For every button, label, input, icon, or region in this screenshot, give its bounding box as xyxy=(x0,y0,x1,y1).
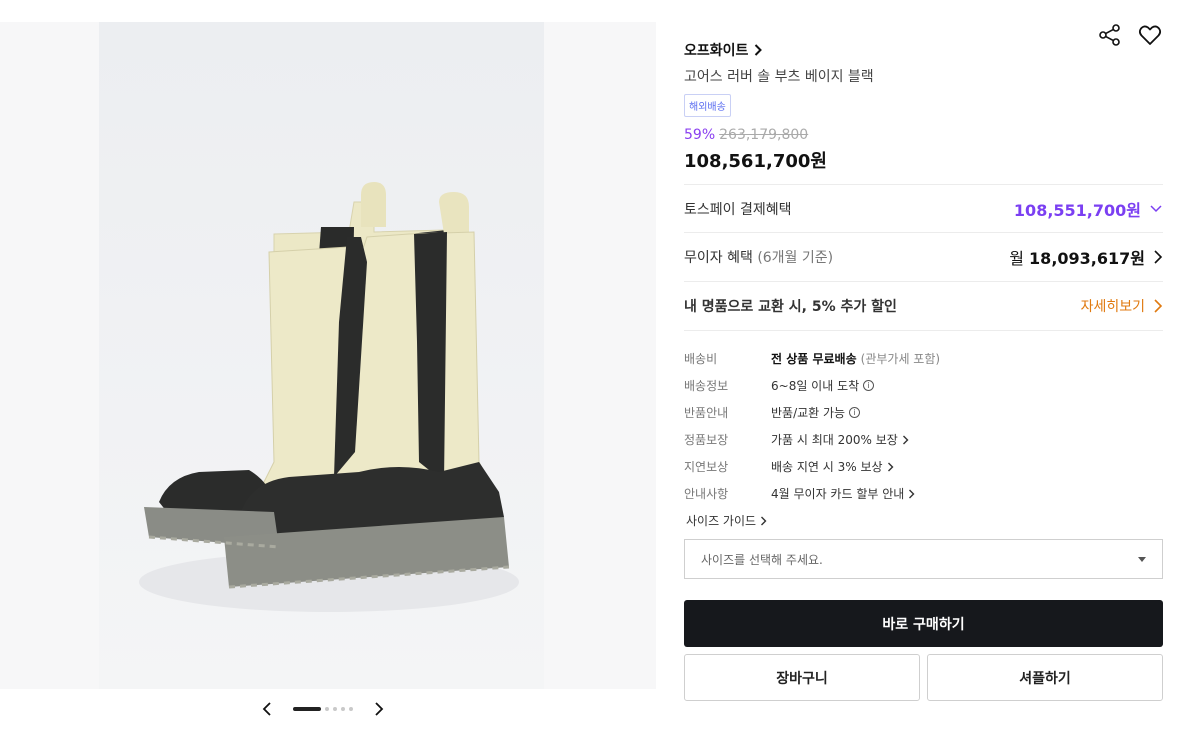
toss-benefit-label: 토스페이 결제혜택 xyxy=(684,201,792,218)
chevron-right-icon xyxy=(755,44,763,56)
gallery-pager xyxy=(258,700,388,718)
chevron-right-icon xyxy=(1154,299,1163,313)
detail-row-notice[interactable]: 안내사항 4월 무이자 카드 할부 안내 xyxy=(684,480,1163,507)
info-icon[interactable]: i xyxy=(863,380,875,391)
trade-in-link-text: 자세히보기 xyxy=(1080,299,1145,315)
installment-amount: 18,093,617원 xyxy=(1029,249,1145,268)
detail-row-authenticity[interactable]: 정품보장 가품 시 최대 200% 보장 xyxy=(684,426,1163,453)
gallery-dot-4[interactable] xyxy=(341,707,345,711)
chevron-down-icon xyxy=(1150,204,1162,212)
caret-down-icon xyxy=(1138,556,1146,562)
cart-button[interactable]: 장바구니 xyxy=(684,654,920,701)
chevron-right-icon xyxy=(887,462,894,471)
detail-row-delay-compensation[interactable]: 지연보상 배송 지연 시 3% 보상 xyxy=(684,453,1163,480)
heart-icon[interactable] xyxy=(1137,22,1163,48)
delivery-details: 배송비 전 상품 무료배송 (관부가세 포함) 배송정보 6~8일 이내 도착 … xyxy=(684,345,1163,507)
brand-name: 오프화이트 xyxy=(684,43,749,59)
size-select-placeholder: 사이즈를 선택해 주세요. xyxy=(701,552,823,567)
product-info: 오프화이트 고어스 러버 솔 부츠 베이지 블랙 해외배송 59% 263,17… xyxy=(684,24,1163,173)
sale-price: 108,561,700원 xyxy=(684,151,827,172)
overseas-shipping-badge: 해외배송 xyxy=(684,94,731,117)
gallery-dot-3[interactable] xyxy=(333,707,337,711)
gift-button[interactable]: 셔플하기 xyxy=(927,654,1163,701)
trade-in-detail-link[interactable]: 자세히보기 xyxy=(1081,296,1163,316)
buy-now-button[interactable]: 바로 구매하기 xyxy=(684,600,1163,647)
trade-in-row: 내 명품으로 교환 시, 5% 추가 할인 자세히보기 xyxy=(684,281,1163,330)
gallery-dot-5[interactable] xyxy=(349,707,353,711)
product-image[interactable] xyxy=(99,22,544,689)
discount-rate: 59% xyxy=(684,127,716,143)
gallery-dot-1[interactable] xyxy=(293,707,321,711)
info-icon[interactable]: i xyxy=(849,407,861,418)
boots-illustration xyxy=(139,182,519,612)
detail-row-return: 반품안내 반품/교환 가능 i xyxy=(684,399,1163,426)
installment-sub: (6개월 기준) xyxy=(757,250,834,266)
trade-in-label: 내 명품으로 교환 시, 5% 추가 할인 xyxy=(684,299,897,315)
chevron-right-icon xyxy=(761,516,767,525)
size-guide-link[interactable]: 사이즈 가이드 xyxy=(686,512,767,529)
detail-row-shipping-fee: 배송비 전 상품 무료배송 (관부가세 포함) xyxy=(684,352,941,366)
size-select[interactable]: 사이즈를 선택해 주세요. xyxy=(684,539,1163,579)
gallery-dot-2[interactable] xyxy=(325,707,329,711)
gallery-dots xyxy=(293,707,353,711)
toss-benefit-row[interactable]: 토스페이 결제혜택 108,551,700원 xyxy=(684,184,1163,232)
original-price: 263,179,800 xyxy=(719,127,809,143)
chevron-left-icon xyxy=(262,702,271,716)
detail-row-shipping-info: 배송정보 6~8일 이내 도착 i xyxy=(684,372,1163,399)
installment-label: 무이자 혜택 xyxy=(684,250,753,266)
chevron-right-icon xyxy=(902,435,909,444)
brand-link[interactable]: 오프화이트 xyxy=(684,40,763,60)
chevron-right-icon xyxy=(1154,250,1163,264)
toss-benefit-price: 108,551,700원 xyxy=(1013,200,1141,220)
installment-prefix: 월 xyxy=(1009,249,1024,268)
next-image-button[interactable] xyxy=(370,700,388,718)
chevron-right-icon xyxy=(909,489,915,498)
divider xyxy=(684,330,1163,331)
product-gallery xyxy=(0,22,656,689)
product-name: 고어스 러버 솔 부츠 베이지 블랙 xyxy=(684,69,874,85)
chevron-right-icon xyxy=(375,702,384,716)
share-icon[interactable] xyxy=(1097,22,1123,48)
prev-image-button[interactable] xyxy=(258,700,276,718)
size-guide-label: 사이즈 가이드 xyxy=(686,514,757,528)
installment-row[interactable]: 무이자 혜택 (6개월 기준) 월 18,093,617원 xyxy=(684,232,1163,281)
